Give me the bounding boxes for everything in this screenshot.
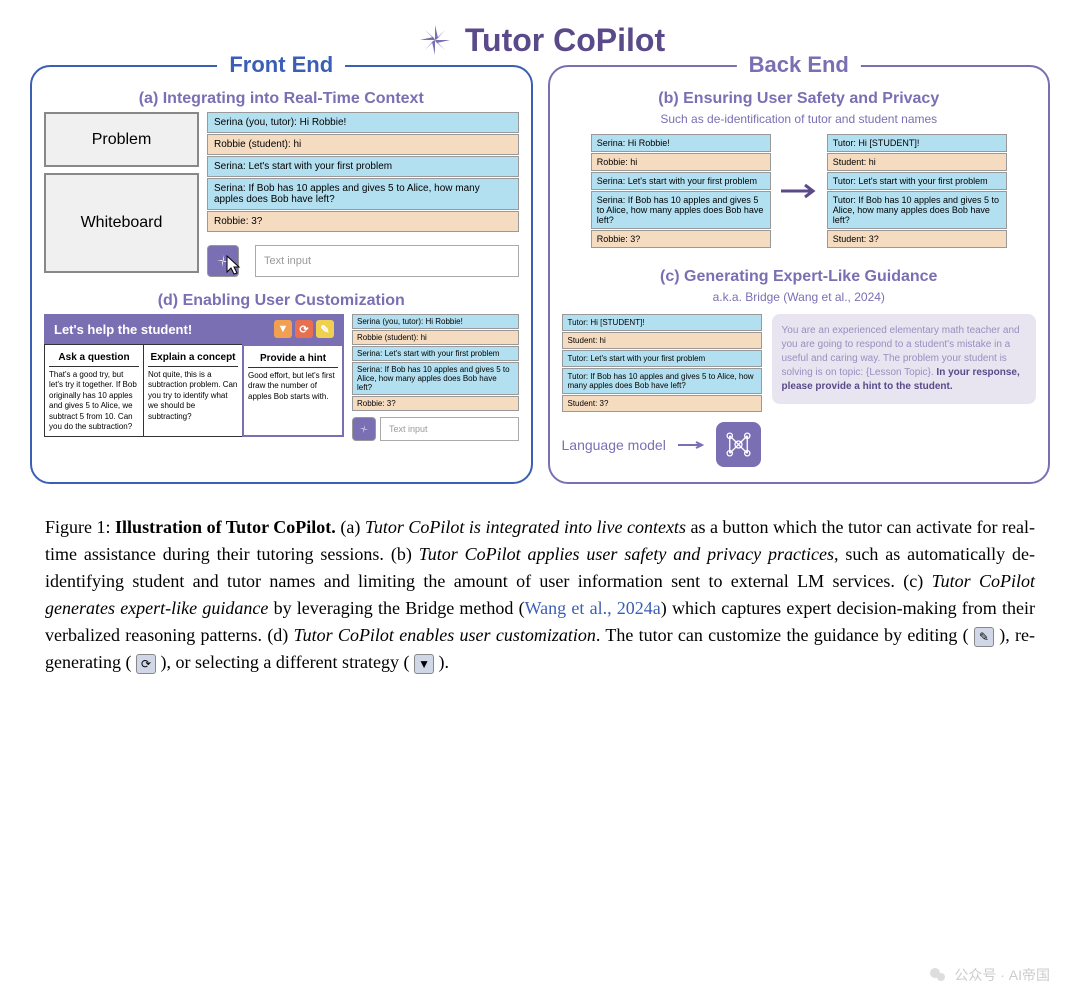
copilot-logo-icon bbox=[415, 20, 455, 60]
title-text: Tutor CoPilot bbox=[465, 22, 665, 59]
chat-msg: Robbie: 3? bbox=[352, 396, 519, 411]
text-input-small[interactable]: Text input bbox=[380, 417, 519, 441]
figure-caption: Figure 1: Illustration of Tutor CoPilot.… bbox=[30, 514, 1050, 676]
prompt-box: You are an experienced elementary math t… bbox=[772, 314, 1037, 404]
edit-icon[interactable]: ✎ bbox=[316, 320, 334, 338]
back-end-label: Back End bbox=[737, 52, 861, 78]
copilot-swirl-icon bbox=[357, 422, 371, 436]
whiteboard-box: Whiteboard bbox=[44, 173, 199, 273]
arrow-right-icon bbox=[779, 181, 819, 201]
chat-msg: Tutor: If Bob has 10 apples and gives 5 … bbox=[827, 191, 1007, 229]
chat-msg: Robbie (student): hi bbox=[207, 134, 519, 155]
text-input[interactable]: Text input bbox=[255, 245, 519, 277]
chat-msg: Tutor: Let's start with your first probl… bbox=[562, 350, 762, 367]
language-model-icon bbox=[716, 422, 761, 467]
chat-msg: Robbie: 3? bbox=[207, 211, 519, 232]
chat-msg: Robbie (student): hi bbox=[352, 330, 519, 345]
chat-msg: Serina (you, tutor): Hi Robbie! bbox=[207, 112, 519, 133]
chat-msg: Robbie: 3? bbox=[591, 230, 771, 248]
helper-header: Let's help the student! ▼ ⟳ ✎ bbox=[44, 314, 344, 344]
chat-msg: Student: 3? bbox=[562, 395, 762, 412]
main-title: Tutor CoPilot bbox=[30, 20, 1050, 60]
chat-msg: Student: 3? bbox=[827, 230, 1007, 248]
arrow-small-icon bbox=[676, 440, 706, 450]
chat-msg: Student: hi bbox=[562, 332, 762, 349]
edit-inline-icon: ✎ bbox=[974, 627, 994, 647]
problem-box: Problem bbox=[44, 112, 199, 167]
chat-msg: Student: hi bbox=[827, 153, 1007, 171]
wechat-icon bbox=[928, 965, 948, 985]
chat-msg: Serina: Let's start with your first prob… bbox=[352, 346, 519, 361]
chat-msg: Serina: If Bob has 10 apples and gives 5… bbox=[207, 178, 519, 210]
panel-a: Problem Whiteboard Serina (you, tutor): … bbox=[44, 112, 519, 282]
section-b-subtitle: Such as de-identification of tutor and s… bbox=[562, 112, 1037, 126]
chat-msg: Serina: If Bob has 10 apples and gives 5… bbox=[591, 191, 771, 229]
chat-panel-a: Serina (you, tutor): Hi Robbie! Robbie (… bbox=[207, 112, 519, 282]
chat-msg: Tutor: Hi [STUDENT]! bbox=[562, 314, 762, 331]
mini-chat-d: Serina (you, tutor): Hi Robbie! Robbie (… bbox=[352, 314, 519, 411]
copilot-button-small[interactable] bbox=[352, 417, 376, 441]
section-c-title: (c) Generating Expert-Like Guidance bbox=[562, 268, 1037, 286]
regenerate-icon[interactable]: ⟳ bbox=[295, 320, 313, 338]
helper-col-text: That's a good try, but let's try it toge… bbox=[49, 370, 139, 432]
section-a-title: (a) Integrating into Real-Time Context bbox=[44, 90, 519, 108]
cursor-icon bbox=[223, 254, 251, 282]
dropdown-icon[interactable]: ▼ bbox=[274, 320, 292, 338]
chat-msg: Serina: If Bob has 10 apples and gives 5… bbox=[352, 362, 519, 395]
front-end-label: Front End bbox=[217, 52, 345, 78]
helper-col-text: Not quite, this is a subtraction problem… bbox=[148, 370, 238, 422]
fig-label: Figure 1: bbox=[45, 517, 115, 537]
helper-col-hint[interactable]: Provide a hint Good effort, but let's fi… bbox=[242, 344, 344, 437]
chat-msg: Tutor: If Bob has 10 apples and gives 5 … bbox=[562, 368, 762, 394]
chat-msg: Tutor: Let's start with your first probl… bbox=[827, 172, 1007, 190]
citation-link[interactable]: Wang et al., 2024a bbox=[525, 598, 661, 618]
section-b-title: (b) Ensuring User Safety and Privacy bbox=[562, 90, 1037, 108]
helper-col-title: Explain a concept bbox=[148, 349, 238, 367]
helper-col-title: Provide a hint bbox=[248, 350, 338, 368]
panel-b: Serina: Hi Robbie! Robbie: hi Serina: Le… bbox=[562, 134, 1037, 248]
section-d-title: (d) Enabling User Customization bbox=[44, 292, 519, 310]
helper-col-ask[interactable]: Ask a question That's a good try, but le… bbox=[45, 345, 144, 436]
front-end-section: Front End (a) Integrating into Real-Time… bbox=[30, 65, 533, 484]
watermark-text: 公众号 · AI帝国 bbox=[954, 965, 1050, 985]
panel-d: Let's help the student! ▼ ⟳ ✎ Ask a ques… bbox=[44, 314, 344, 441]
chat-msg: Robbie: hi bbox=[591, 153, 771, 171]
chat-original: Serina: Hi Robbie! Robbie: hi Serina: Le… bbox=[591, 134, 771, 248]
helper-col-title: Ask a question bbox=[49, 349, 139, 367]
helper-col-explain[interactable]: Explain a concept Not quite, this is a s… bbox=[144, 345, 243, 436]
helper-body: Ask a question That's a good try, but le… bbox=[44, 344, 344, 437]
fig-title: Illustration of Tutor CoPilot. bbox=[115, 517, 336, 537]
panel-c: Tutor: Hi [STUDENT]! Student: hi Tutor: … bbox=[562, 314, 1037, 467]
chat-c: Tutor: Hi [STUDENT]! Student: hi Tutor: … bbox=[562, 314, 762, 412]
dropdown-inline-icon: ▼ bbox=[414, 654, 434, 674]
language-model-label: Language model bbox=[562, 437, 666, 453]
chat-deidentified: Tutor: Hi [STUDENT]! Student: hi Tutor: … bbox=[827, 134, 1007, 248]
back-end-section: Back End (b) Ensuring User Safety and Pr… bbox=[548, 65, 1051, 484]
section-c-subtitle: a.k.a. Bridge (Wang et al., 2024) bbox=[562, 290, 1037, 304]
watermark: 公众号 · AI帝国 bbox=[928, 965, 1050, 985]
chat-msg: Serina: Let's start with your first prob… bbox=[207, 156, 519, 177]
regenerate-inline-icon: ⟳ bbox=[136, 654, 156, 674]
chat-msg: Serina: Let's start with your first prob… bbox=[591, 172, 771, 190]
chat-msg: Serina: Hi Robbie! bbox=[591, 134, 771, 152]
chat-msg: Serina (you, tutor): Hi Robbie! bbox=[352, 314, 519, 329]
helper-header-text: Let's help the student! bbox=[54, 322, 192, 337]
chat-msg: Tutor: Hi [STUDENT]! bbox=[827, 134, 1007, 152]
helper-col-text: Good effort, but let's first draw the nu… bbox=[248, 371, 338, 402]
